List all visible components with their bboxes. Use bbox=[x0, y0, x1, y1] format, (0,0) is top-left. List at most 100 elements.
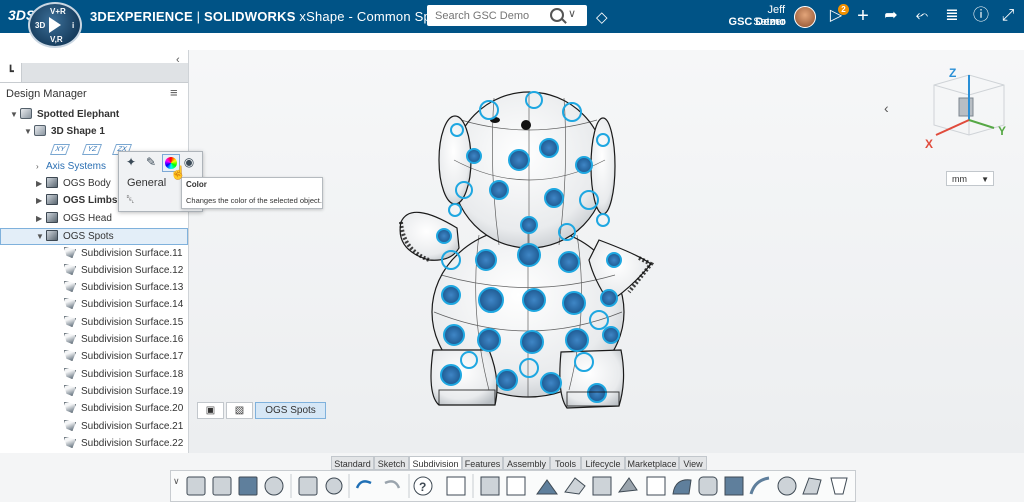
breadcrumb-ogs-spots[interactable]: OGS Spots bbox=[255, 402, 326, 419]
tab-label: Assembly bbox=[506, 459, 546, 469]
tree-node-surface[interactable]: Subdivision Surface.11 bbox=[64, 245, 183, 262]
tree-node-body[interactable]: ▶ OGS Body bbox=[36, 175, 111, 192]
tab-standard[interactable]: Standard bbox=[331, 456, 374, 470]
subdivision-surface-icon bbox=[64, 281, 76, 292]
subdivision-surface-icon bbox=[64, 368, 76, 379]
caret-down-icon[interactable]: ▼ bbox=[981, 172, 989, 187]
tree-label: OGS Limbs bbox=[63, 195, 118, 206]
compass-right-label: i bbox=[72, 21, 75, 30]
tree-node-surface[interactable]: Subdivision Surface.15 bbox=[64, 314, 183, 331]
tree-node-surface[interactable]: Subdivision Surface.14 bbox=[64, 296, 183, 313]
tree-node-surface[interactable]: Subdivision Surface.22 bbox=[64, 435, 183, 452]
caret-right-icon[interactable]: ▶ bbox=[36, 175, 46, 192]
tree-node-surface[interactable]: Subdivision Surface.13 bbox=[64, 279, 183, 296]
tab-marketplace[interactable]: Marketplace bbox=[625, 456, 679, 470]
caret-right-icon[interactable]: ▶ bbox=[36, 192, 46, 209]
breadcrumb-product-icon[interactable]: ▣ bbox=[197, 402, 224, 419]
units-select[interactable]: mm ▼ bbox=[946, 171, 994, 186]
tab-label: Tools bbox=[554, 459, 576, 469]
chevron-right-icon[interactable]: › bbox=[36, 158, 46, 175]
tab-view[interactable]: View bbox=[679, 456, 707, 470]
subdivision-surface-icon bbox=[64, 333, 76, 344]
tab-label: Subdivision bbox=[412, 459, 459, 469]
tree-label: Subdivision Surface.17 bbox=[81, 351, 184, 362]
tree-node-root[interactable]: ▼ Spotted Elephant bbox=[10, 106, 119, 123]
add-icon[interactable]: + bbox=[853, 6, 873, 26]
elephant-model[interactable] bbox=[189, 50, 1024, 453]
apps-icon[interactable]: ≣ bbox=[942, 6, 962, 26]
tab-lifecycle[interactable]: Lifecycle bbox=[581, 456, 625, 470]
caret-down-icon[interactable]: ▼ bbox=[36, 228, 46, 245]
caret-down-icon[interactable]: ▼ bbox=[10, 106, 20, 123]
tree-node-surface[interactable]: Subdivision Surface.21 bbox=[64, 418, 183, 435]
tab-features[interactable]: Features bbox=[462, 456, 503, 470]
breadcrumb-label: OGS Spots bbox=[265, 405, 316, 416]
tab-label: Sketch bbox=[377, 459, 406, 469]
caret-right-icon[interactable]: ▶ bbox=[36, 210, 46, 227]
tree-node-surface[interactable]: Subdivision Surface.18 bbox=[64, 366, 183, 383]
caret-down-icon[interactable]: ▼ bbox=[24, 123, 34, 140]
search-box[interactable]: ∨ bbox=[427, 5, 587, 26]
tree-label: Spotted Elephant bbox=[37, 109, 120, 120]
tree-node-head[interactable]: ▶ OGS Head bbox=[36, 210, 112, 227]
app-title: 3DEXPERIENCE | SOLIDWORKS xShape - Commo… bbox=[90, 9, 466, 25]
user-company[interactable]: GSC Demo bbox=[720, 16, 786, 28]
avatar[interactable] bbox=[794, 6, 816, 28]
trash-icon[interactable]: ␡ bbox=[126, 194, 135, 207]
tab-assembly[interactable]: Assembly bbox=[503, 456, 550, 470]
body-icon bbox=[46, 177, 58, 188]
tree-label: Subdivision Surface.20 bbox=[81, 403, 184, 414]
hand-cursor-icon: ☝ bbox=[170, 165, 187, 180]
tree-node-axis-systems[interactable]: › Axis Systems bbox=[36, 158, 106, 175]
breadcrumb-shape-icon[interactable]: ▧ bbox=[226, 402, 253, 419]
tree-node-spots[interactable]: ▼ OGS Spots bbox=[36, 228, 114, 245]
subdivision-surface-icon bbox=[64, 247, 76, 258]
app-title-product: SOLIDWORKS bbox=[204, 9, 296, 24]
tree-label: OGS Head bbox=[63, 213, 112, 224]
tab-tools[interactable]: Tools bbox=[550, 456, 581, 470]
menu-icon[interactable]: ≡ bbox=[170, 85, 178, 100]
compass-top-label: V+R bbox=[50, 7, 66, 16]
tree-label: Subdivision Surface.22 bbox=[81, 438, 184, 449]
notification-badge: 2 bbox=[838, 4, 849, 15]
chevron-left-icon[interactable]: ‹ bbox=[884, 100, 889, 116]
tab-subdivision[interactable]: Subdivision bbox=[409, 456, 462, 470]
shape-icon bbox=[34, 125, 46, 136]
transform-icon[interactable]: ✦ bbox=[123, 154, 139, 170]
x-axis-label: X bbox=[925, 137, 934, 151]
chevron-down-icon[interactable]: ∨ bbox=[568, 7, 576, 20]
context-section-label: General bbox=[127, 177, 167, 189]
compass[interactable]: V+R 3D i V,R bbox=[28, 2, 82, 48]
search-icon[interactable] bbox=[550, 8, 564, 22]
app-title-prefix: 3DEXPERIENCE bbox=[90, 9, 193, 24]
tree-node-surface[interactable]: Subdivision Surface.17 bbox=[64, 348, 183, 365]
tag-icon[interactable]: ◇ bbox=[596, 8, 608, 26]
tab-sketch[interactable]: Sketch bbox=[374, 456, 409, 470]
tree-node-surface[interactable]: Subdivision Surface.19 bbox=[64, 383, 183, 400]
pencil-icon[interactable]: ✎ bbox=[143, 154, 159, 170]
tree-node-surface[interactable]: Subdivision Surface.16 bbox=[64, 331, 183, 348]
tree-node-shape[interactable]: ▼ 3D Shape 1 bbox=[24, 123, 105, 140]
tooltip-title: Color bbox=[186, 180, 207, 189]
tree-tab-icon[interactable]: ┗ bbox=[0, 63, 22, 82]
tree-node-surface[interactable]: Subdivision Surface.12 bbox=[64, 262, 183, 279]
3d-viewport[interactable] bbox=[189, 50, 1024, 453]
tree-label: OGS Body bbox=[63, 178, 111, 189]
tree-label: 3D Shape 1 bbox=[51, 126, 105, 137]
tree-node-surface[interactable]: Subdivision Surface.20 bbox=[64, 400, 183, 417]
help-icon[interactable]: ⓘ bbox=[971, 6, 991, 26]
search-input[interactable] bbox=[427, 5, 545, 26]
subdivision-surface-icon bbox=[64, 385, 76, 396]
body-icon bbox=[46, 230, 58, 241]
subdivision-surface-icon bbox=[64, 437, 76, 448]
share-icon[interactable]: ➦ bbox=[881, 6, 901, 26]
tree-label: Axis Systems bbox=[46, 161, 107, 172]
play-icon[interactable] bbox=[49, 17, 61, 33]
tree-label: Subdivision Surface.15 bbox=[81, 317, 184, 328]
product-icon bbox=[20, 108, 32, 119]
tree-node-limbs[interactable]: ▶ OGS Limbs bbox=[36, 192, 117, 209]
tree-label: Subdivision Surface.21 bbox=[81, 421, 184, 432]
community-icon[interactable]: ⬿ bbox=[912, 6, 932, 26]
toolbar-expand-icon[interactable]: ∨ bbox=[173, 476, 180, 487]
expand-icon[interactable]: ⤢ bbox=[998, 6, 1018, 26]
